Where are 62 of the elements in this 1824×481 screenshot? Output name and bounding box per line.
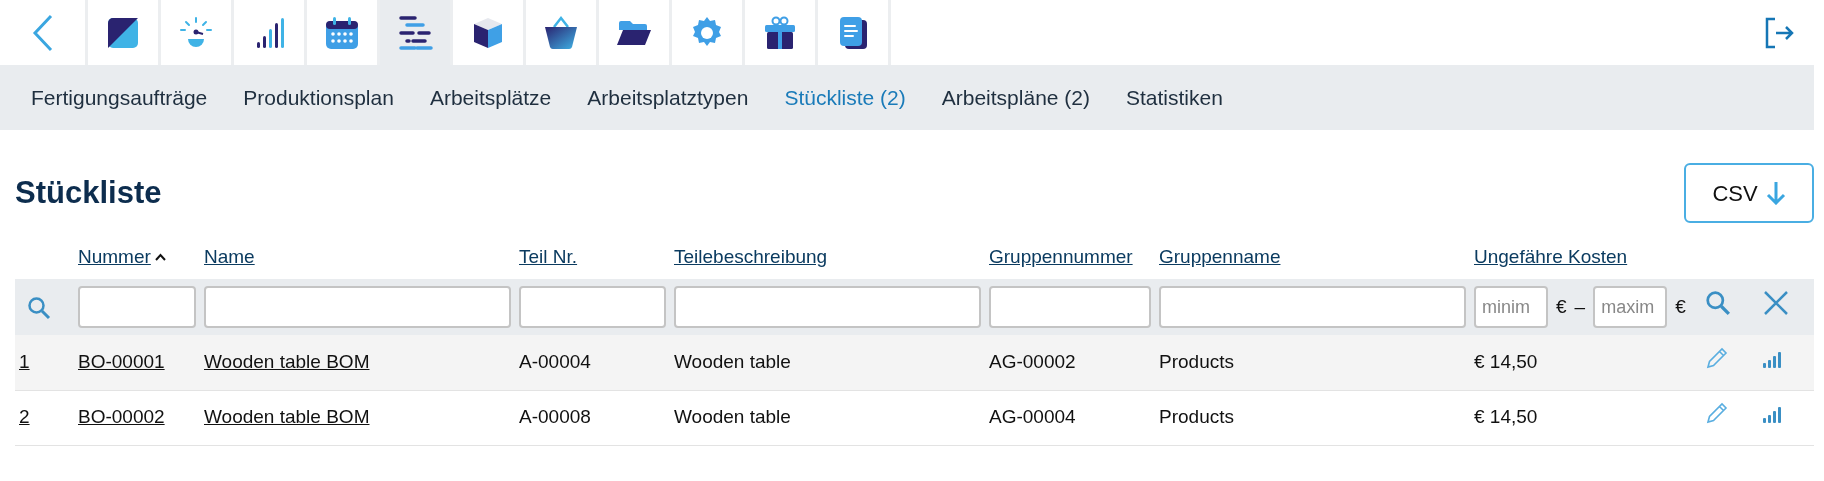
max-cost-field[interactable]: maxim: [1593, 286, 1668, 328]
part-description: Wooden table: [674, 406, 791, 428]
filter-field[interactable]: [1159, 286, 1466, 328]
group-name: Products: [1159, 406, 1234, 428]
nav-tab[interactable]: Stückliste (2): [768, 81, 922, 114]
nav-tab[interactable]: Arbeitsplätze: [413, 81, 568, 114]
statistics-button[interactable]: [1763, 352, 1783, 368]
currency-label: €: [1675, 294, 1686, 319]
cost-value: € 14,50: [1474, 406, 1538, 428]
filter-field[interactable]: [674, 286, 981, 328]
nav-tab[interactable]: Arbeitsplatztypen: [571, 81, 765, 114]
bar-chart-icon: [1763, 407, 1783, 424]
nav-tab[interactable]: Fertigungsaufträge: [15, 81, 224, 114]
column-header[interactable]: Gruppennummer: [989, 245, 1133, 267]
bar-chart-icon: [1763, 352, 1783, 368]
currency-label: €: [1556, 294, 1567, 319]
download-arrow-icon: [1765, 181, 1786, 205]
bom-name-link[interactable]: Wooden table BOM: [204, 406, 370, 428]
group-number: AG-00004: [989, 406, 1076, 428]
group-name: Products: [1159, 351, 1234, 372]
edit-button[interactable]: [1705, 401, 1729, 426]
nav-tab[interactable]: Arbeitspläne (2): [925, 81, 1106, 114]
search-icon: [1705, 289, 1731, 316]
column-header[interactable]: Nummer: [78, 245, 151, 267]
page-title: Stückliste: [15, 174, 162, 212]
filter-field[interactable]: [204, 286, 511, 328]
search-icon[interactable]: [27, 295, 51, 320]
pencil-icon: [1705, 346, 1729, 370]
min-cost-field[interactable]: minim: [1474, 286, 1548, 328]
column-header[interactable]: Teil Nr.: [519, 245, 578, 267]
part-description: Wooden table: [674, 351, 791, 372]
filter-field[interactable]: [519, 286, 666, 328]
range-dash: –: [1574, 294, 1586, 319]
pencil-icon: [1705, 401, 1729, 426]
row-index-link[interactable]: 1: [19, 351, 30, 372]
filter-field[interactable]: [989, 286, 1151, 328]
nav-tab[interactable]: Produktionsplan: [227, 81, 410, 114]
filter-field[interactable]: [78, 286, 196, 328]
column-header[interactable]: Gruppenname: [1159, 245, 1281, 267]
part-number: A-00008: [519, 406, 591, 428]
row-index-link[interactable]: 2: [19, 406, 30, 428]
edit-button[interactable]: [1705, 346, 1729, 370]
nav-tab[interactable]: Statistiken: [1110, 81, 1239, 114]
cost-value: € 14,50: [1474, 351, 1538, 372]
back-icon: [31, 13, 54, 52]
group-number: AG-00002: [989, 351, 1076, 372]
search-button[interactable]: [1705, 289, 1731, 316]
statistics-button[interactable]: [1763, 407, 1783, 424]
clear-filter-button[interactable]: [1763, 289, 1789, 316]
csv-button[interactable]: CSV: [1684, 163, 1814, 223]
column-header[interactable]: Ungefähre Kosten: [1474, 245, 1628, 267]
column-header[interactable]: Teilebeschreibung: [674, 245, 828, 267]
gantt-icon: [397, 14, 433, 51]
part-number: A-00004: [519, 351, 591, 372]
close-icon: [1763, 289, 1789, 316]
module-tab[interactable]: [380, 0, 453, 65]
column-header[interactable]: Name: [204, 245, 255, 267]
basket-icon: [543, 14, 579, 51]
calendar-icon: [324, 14, 360, 51]
bom-number-link[interactable]: BO-00002: [78, 406, 165, 428]
logout-icon: [1764, 16, 1796, 49]
gift-icon: [762, 14, 798, 51]
